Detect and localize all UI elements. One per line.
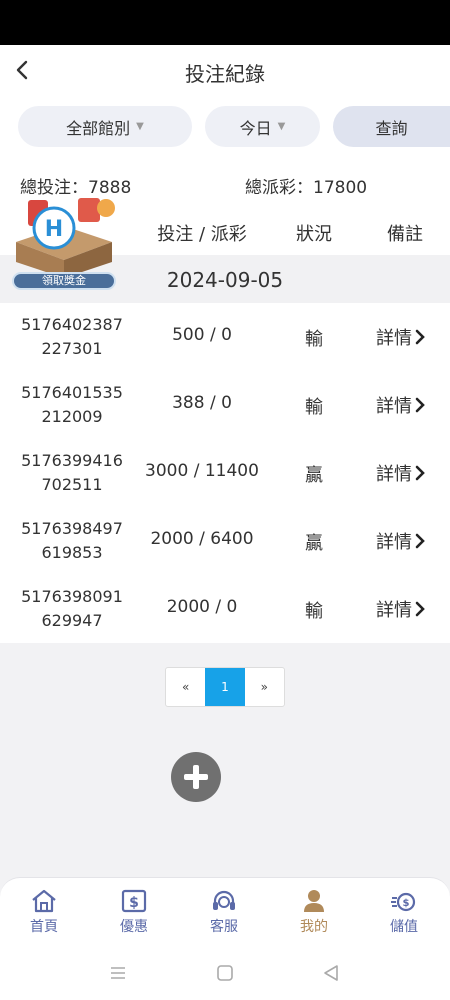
venue-select[interactable]: 全部館別 ▼	[18, 106, 192, 147]
bottom-tab-bar: 首頁 $ 優惠 客服 我的 $ 儲值	[0, 877, 450, 950]
tab-label: 儲值	[390, 919, 418, 935]
deposit-icon: $	[391, 892, 416, 912]
promo-bonus-widget[interactable]: H 領取獎金	[8, 190, 120, 298]
caret-down-icon: ▼	[277, 121, 286, 132]
order-id: 5176399416 702511	[21, 451, 123, 494]
caret-down-icon: ▼	[136, 121, 144, 132]
table-row: 5176398497 619853 2000 / 6400 贏 詳情	[0, 507, 450, 575]
result-status: 輸	[305, 329, 323, 350]
bet-payout: 388 / 0	[172, 393, 232, 413]
detail-link[interactable]: 詳情	[376, 324, 425, 350]
page-title: 投注紀錄	[185, 62, 265, 86]
prev-page-button[interactable]: «	[166, 668, 205, 706]
record-list: 5176402387 227301 500 / 0 輸 詳情 5176401535…	[0, 303, 450, 643]
bet-payout: 2000 / 6400	[150, 529, 254, 549]
order-id: 5176402387 227301	[21, 315, 123, 358]
detail-link[interactable]: 詳情	[376, 392, 425, 418]
table-row: 5176398091 629947 2000 / 0 輸 詳情	[0, 575, 450, 643]
date-select-label: 今日	[239, 118, 272, 138]
table-row: 5176402387 227301 500 / 0 輸 詳情	[0, 303, 450, 371]
promo-bonus-label: 領取獎金	[12, 272, 116, 290]
order-id: 5176398091 629947	[21, 587, 123, 630]
result-status: 贏	[305, 533, 323, 554]
svg-text:$: $	[403, 898, 410, 909]
chevron-right-icon	[415, 533, 425, 549]
gift-box-icon: H	[16, 198, 115, 278]
bet-payout: 2000 / 0	[166, 597, 238, 617]
tab-support[interactable]: 客服	[189, 888, 259, 936]
date-select[interactable]: 今日 ▼	[205, 106, 320, 147]
home-icon	[32, 889, 56, 913]
detail-link[interactable]: 詳情	[376, 596, 425, 622]
result-status: 輸	[305, 397, 323, 418]
svg-text:$: $	[129, 895, 139, 911]
detail-link[interactable]: 詳情	[376, 460, 425, 486]
tab-mine[interactable]: 我的	[279, 888, 349, 936]
chevron-right-icon	[415, 601, 425, 617]
tab-label: 優惠	[120, 919, 148, 935]
menu-icon[interactable]	[109, 964, 127, 982]
tab-label: 我的	[300, 919, 328, 935]
venue-select-label: 全部館別	[66, 118, 131, 138]
next-page-button[interactable]: »	[245, 668, 284, 706]
filter-bar: 全部館別 ▼ 今日 ▼ 查詢	[0, 97, 450, 157]
tab-label: 客服	[210, 919, 238, 935]
home-square-icon[interactable]	[216, 964, 234, 982]
headset-icon	[213, 890, 235, 910]
column-amount: 投注 / 派彩	[157, 224, 247, 245]
column-status: 狀況	[296, 224, 332, 245]
query-button[interactable]: 查詢	[333, 106, 450, 147]
tab-promotions[interactable]: $ 優惠	[99, 888, 169, 936]
chevron-right-icon	[415, 397, 425, 413]
user-icon	[304, 890, 324, 912]
bet-payout: 3000 / 11400	[145, 461, 259, 481]
bet-payout: 500 / 0	[172, 325, 232, 345]
chevron-right-icon	[415, 329, 425, 345]
query-button-label: 查詢	[375, 118, 408, 138]
order-id: 5176398497 619853	[21, 519, 123, 562]
tab-label: 首頁	[30, 919, 58, 935]
back-triangle-icon[interactable]	[322, 964, 340, 982]
table-row: 5176401535 212009 388 / 0 輸 詳情	[0, 371, 450, 439]
result-status: 贏	[305, 465, 323, 486]
chevron-right-icon	[415, 465, 425, 481]
status-bar	[0, 0, 450, 45]
detail-link[interactable]: 詳情	[376, 528, 425, 554]
tab-deposit[interactable]: $ 儲值	[369, 888, 439, 936]
system-nav-bar	[0, 950, 450, 1000]
total-payout: 總派彩：17800	[245, 178, 368, 198]
tab-home[interactable]: 首頁	[9, 888, 79, 936]
order-id: 5176401535 212009	[21, 383, 123, 426]
add-button[interactable]	[171, 752, 221, 802]
date-group-label: 2024-09-05	[166, 268, 284, 292]
svg-text:H: H	[45, 217, 63, 242]
header: 投注紀錄	[0, 45, 450, 97]
coupon-icon: $	[121, 889, 147, 913]
result-status: 輸	[305, 601, 323, 622]
table-row: 5176399416 702511 3000 / 11400 贏 詳情	[0, 439, 450, 507]
column-remark: 備註	[387, 224, 423, 245]
page-1-button[interactable]: 1	[205, 668, 245, 706]
pagination: « 1 »	[165, 667, 285, 707]
